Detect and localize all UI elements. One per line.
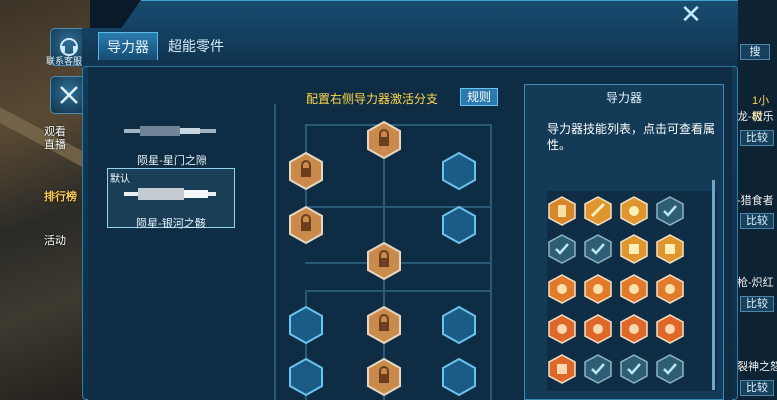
skill-check-icon[interactable] bbox=[656, 196, 684, 226]
skill-check-icon[interactable] bbox=[548, 234, 576, 264]
compare-button[interactable]: 比较 bbox=[740, 380, 774, 396]
empty-node[interactable] bbox=[289, 358, 323, 396]
skill-icon[interactable] bbox=[656, 234, 684, 264]
activity-button[interactable]: 活动 bbox=[44, 232, 66, 248]
skill-icon[interactable] bbox=[548, 196, 576, 226]
skill-icon[interactable] bbox=[584, 196, 612, 226]
ranking-button[interactable]: 排行榜 bbox=[44, 188, 77, 204]
compare-button[interactable]: 比较 bbox=[740, 213, 774, 229]
list-item-name: -猎食者 bbox=[737, 195, 774, 207]
close-button[interactable]: ✕ bbox=[676, 1, 706, 28]
skill-check-icon[interactable] bbox=[620, 354, 648, 384]
weapon-item-selected[interactable]: 默认 陨星-银河之骸 bbox=[107, 168, 235, 230]
default-tag: 默认 bbox=[110, 174, 130, 185]
locked-node[interactable] bbox=[367, 242, 401, 280]
tab-guidance-device[interactable]: 导力器 bbox=[98, 32, 158, 60]
locked-node[interactable] bbox=[367, 306, 401, 344]
contact-support-label: 联系客服 bbox=[46, 56, 83, 66]
panel-scrollbar[interactable] bbox=[712, 180, 715, 390]
empty-node[interactable] bbox=[442, 358, 476, 396]
locked-node[interactable] bbox=[289, 152, 323, 190]
skill-icon[interactable] bbox=[620, 234, 648, 264]
skill-icon[interactable] bbox=[548, 314, 576, 344]
empty-node[interactable] bbox=[442, 152, 476, 190]
empty-node[interactable] bbox=[442, 306, 476, 344]
rules-button[interactable]: 规则 bbox=[460, 88, 498, 106]
tab-super-parts[interactable]: 超能零件 bbox=[160, 32, 232, 60]
crossed-swords-icon bbox=[60, 86, 78, 104]
skill-icon[interactable] bbox=[548, 274, 576, 304]
panel-title: 导力器 bbox=[605, 91, 642, 105]
skill-icon[interactable] bbox=[656, 314, 684, 344]
weapon-item[interactable]: 陨星-星门之隙 bbox=[108, 110, 236, 170]
skill-icon[interactable] bbox=[620, 274, 648, 304]
list-item-name: 枪-炽红 bbox=[737, 277, 774, 289]
skill-check-icon[interactable] bbox=[584, 354, 612, 384]
locked-node[interactable] bbox=[289, 206, 323, 244]
list-item-name: 龙-极乐 bbox=[737, 111, 774, 123]
rifle-icon bbox=[124, 126, 216, 136]
tree-connector bbox=[305, 290, 491, 292]
skill-icon[interactable] bbox=[620, 196, 648, 226]
panel-description: 导力器技能列表，点击可查看属性。 bbox=[547, 122, 716, 152]
skill-check-icon[interactable] bbox=[656, 354, 684, 384]
compare-button[interactable]: 比较 bbox=[740, 130, 774, 146]
locked-node[interactable] bbox=[367, 121, 401, 159]
compare-button[interactable]: 比较 bbox=[740, 296, 774, 312]
list-item-name: 裂神之怒 bbox=[737, 361, 777, 373]
weapon-name: 陨星-银河之骸 bbox=[136, 218, 206, 230]
skill-icon[interactable] bbox=[584, 314, 612, 344]
empty-node[interactable] bbox=[442, 206, 476, 244]
skill-icon[interactable] bbox=[584, 274, 612, 304]
skill-icon[interactable] bbox=[620, 314, 648, 344]
skill-icon[interactable] bbox=[656, 274, 684, 304]
tree-title: 配置右侧导力器激活分支 bbox=[306, 92, 439, 106]
empty-node[interactable] bbox=[289, 306, 323, 344]
skill-icon[interactable] bbox=[548, 354, 576, 384]
rifle-icon bbox=[124, 188, 216, 200]
tree-divider bbox=[274, 104, 276, 400]
weapon-name: 陨星-星门之隙 bbox=[137, 155, 207, 167]
locked-node[interactable] bbox=[367, 358, 401, 396]
skill-check-icon[interactable] bbox=[584, 234, 612, 264]
watch-live-button[interactable]: 观看 直播 bbox=[44, 126, 66, 152]
search-button[interactable]: 搜 bbox=[740, 44, 770, 60]
